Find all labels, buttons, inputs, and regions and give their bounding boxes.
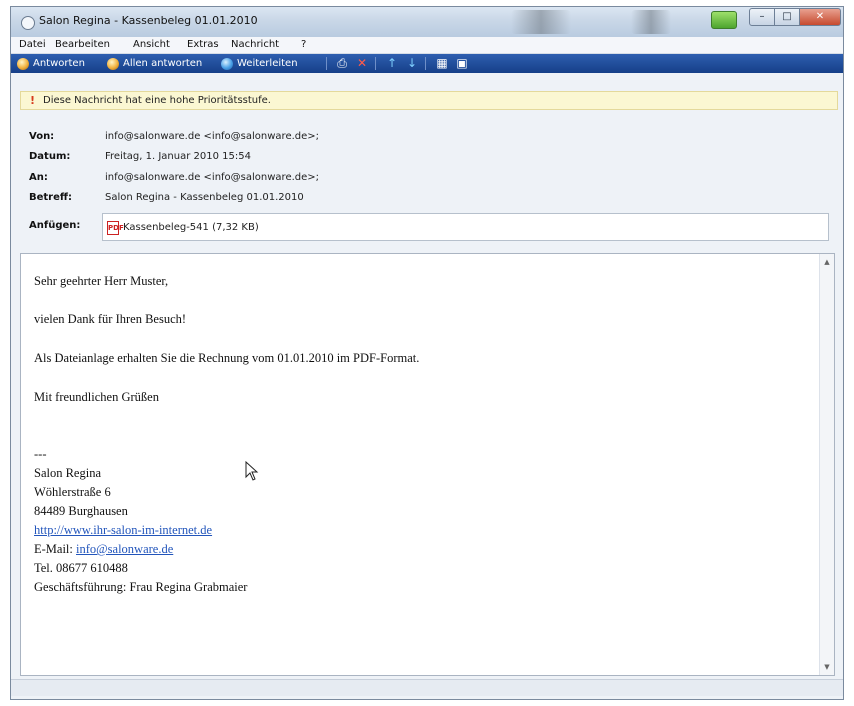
mail-icon <box>21 16 35 30</box>
scroll-up-icon[interactable]: ▲ <box>822 257 832 267</box>
menu-nachricht[interactable]: Nachricht <box>231 39 279 50</box>
vertical-scrollbar[interactable]: ▲ ▼ <box>819 254 834 675</box>
reply-all-button[interactable]: Allen antworten <box>107 56 202 71</box>
background-blur <box>631 10 671 34</box>
pdf-icon: PDF <box>107 221 124 235</box>
previous-arrow-icon[interactable]: ↑ <box>385 56 399 70</box>
signature-street: Wöhlerstraße 6 <box>34 485 111 499</box>
subject-value: Salon Regina - Kassenbeleg 01.01.2010 <box>105 192 304 203</box>
priority-icon: ! <box>30 94 36 107</box>
priority-text: Diese Nachricht hat eine hohe Prioritäts… <box>43 95 271 106</box>
window-title: Salon Regina - Kassenbeleg 01.01.2010 <box>39 14 258 27</box>
signature-phone: Tel. 08677 610488 <box>34 561 128 575</box>
address-book-icon[interactable]: ▦ <box>435 56 449 70</box>
message-body[interactable]: Sehr geehrter Herr Muster, vielen Dank f… <box>20 253 835 676</box>
background-blur <box>511 10 571 34</box>
title-bar[interactable]: Salon Regina - Kassenbeleg 01.01.2010 – … <box>11 7 843 37</box>
attach-label: Anfügen: <box>29 220 81 231</box>
email-label: E-Mail: <box>34 542 73 556</box>
mail-window: Salon Regina - Kassenbeleg 01.01.2010 – … <box>10 6 844 700</box>
green-app-icon[interactable] <box>711 11 737 29</box>
attachment-box: PDF Kassenbeleg-541 (7,32 KB) <box>102 213 829 241</box>
closing-line: Mit freundlichen Grüßen <box>34 390 159 404</box>
status-bar <box>11 679 843 696</box>
toolbar-separator <box>425 57 426 70</box>
menu-help[interactable]: ? <box>301 39 306 50</box>
maximize-button[interactable]: □ <box>774 8 800 26</box>
reply-label: Antworten <box>33 58 85 69</box>
reply-all-label: Allen antworten <box>123 58 203 69</box>
from-label: Von: <box>29 131 55 142</box>
signature-separator: --- <box>34 447 47 461</box>
signature-website-link[interactable]: http://www.ihr-salon-im-internet.de <box>34 523 212 538</box>
close-button[interactable]: ✕ <box>799 8 841 26</box>
forward-label: Weiterleiten <box>237 58 298 69</box>
forward-icon <box>221 57 233 70</box>
greeting: Sehr geehrter Herr Muster, <box>34 274 169 288</box>
reply-all-icon <box>107 57 119 70</box>
thanks-line: vielen Dank für Ihren Besuch! <box>34 312 187 326</box>
menu-bar: Datei Bearbeiten Ansicht Extras Nachrich… <box>11 37 843 54</box>
minimize-button[interactable]: – <box>749 8 775 26</box>
signature-email-line: E-Mail: info@salonware.de <box>34 542 173 557</box>
to-label: An: <box>29 172 48 183</box>
delete-icon[interactable]: ✕ <box>355 56 369 70</box>
messenger-icon[interactable]: ▣ <box>455 56 469 70</box>
priority-banner: ! Diese Nachricht hat eine hohe Prioritä… <box>20 91 838 110</box>
invoice-line: Als Dateianlage erhalten Sie die Rechnun… <box>34 351 420 365</box>
to-value[interactable]: info@salonware.de <info@salonware.de>; <box>105 172 319 183</box>
subject-label: Betreff: <box>29 192 72 203</box>
next-arrow-icon[interactable]: ↓ <box>405 56 419 70</box>
mouse-cursor-icon <box>245 461 259 481</box>
attachment-file[interactable]: Kassenbeleg-541 (7,32 KB) <box>123 222 259 233</box>
forward-button[interactable]: Weiterleiten <box>221 56 298 71</box>
reply-icon <box>17 57 29 70</box>
toolbar: Antworten Allen antworten Weiterleiten ⎙… <box>11 54 843 73</box>
menu-bearbeiten[interactable]: Bearbeiten <box>55 39 110 50</box>
menu-ansicht[interactable]: Ansicht <box>133 39 170 50</box>
from-value[interactable]: info@salonware.de <info@salonware.de>; <box>105 131 319 142</box>
reply-button[interactable]: Antworten <box>17 56 85 71</box>
signature-ceo: Geschäftsführung: Frau Regina Grabmaier <box>34 580 248 594</box>
scroll-down-icon[interactable]: ▼ <box>822 662 832 672</box>
signature-email-link[interactable]: info@salonware.de <box>76 542 173 556</box>
menu-datei[interactable]: Datei <box>19 39 46 50</box>
date-value: Freitag, 1. Januar 2010 15:54 <box>105 151 251 162</box>
toolbar-separator <box>326 57 327 70</box>
toolbar-separator <box>375 57 376 70</box>
menu-extras[interactable]: Extras <box>187 39 219 50</box>
signature-city: 84489 Burghausen <box>34 504 128 518</box>
signature-name: Salon Regina <box>34 466 102 480</box>
print-icon[interactable]: ⎙ <box>335 56 349 70</box>
date-label: Datum: <box>29 151 71 162</box>
